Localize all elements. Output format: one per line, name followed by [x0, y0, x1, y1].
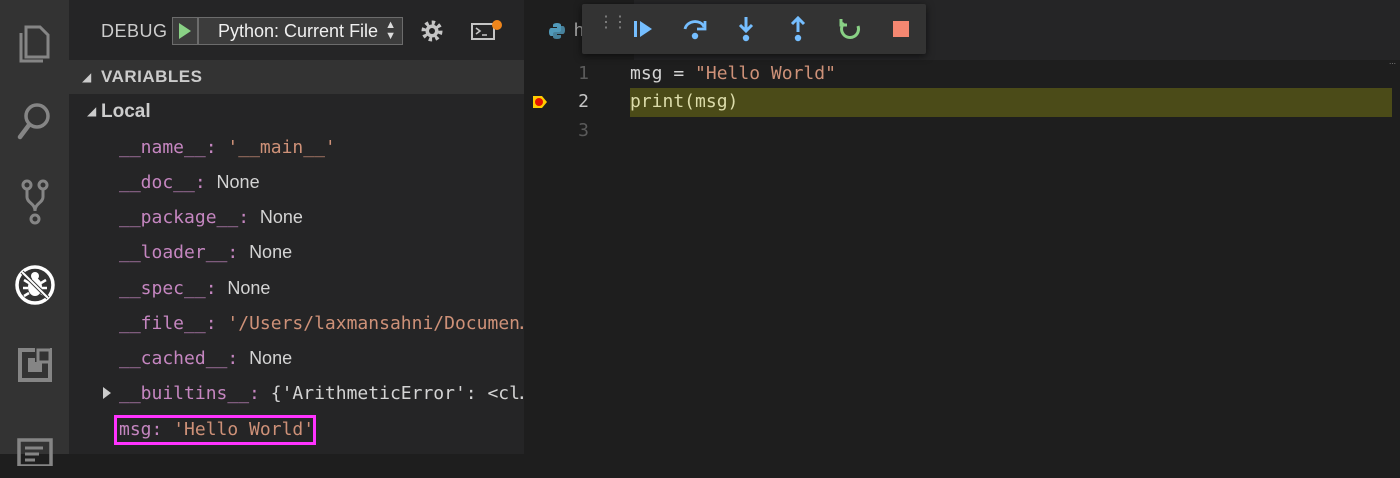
step-over-icon [683, 20, 707, 40]
variable-name: __builtins__ [119, 383, 250, 404]
code-token: = [662, 63, 696, 84]
continue-icon [634, 21, 652, 37]
collapse-triangle-icon: ◢ [87, 104, 97, 118]
code-line-2[interactable]: print(msg) [630, 91, 738, 112]
minimap-indicator: ⋯ [1389, 61, 1396, 68]
variable-name: __name__ [119, 137, 206, 158]
continue-button[interactable] [630, 16, 656, 42]
variable-value: {'ArithmeticError': <cl… [270, 383, 524, 404]
scope-local[interactable]: ◢ Local [69, 95, 524, 129]
stop-icon [893, 21, 909, 37]
stop-button[interactable] [888, 16, 914, 42]
drag-handle-icon[interactable]: ⋮⋮ [598, 15, 628, 31]
variable-name: __cached__ [119, 348, 228, 369]
collapse-triangle-icon: ◢ [82, 70, 92, 84]
play-icon [179, 23, 191, 39]
variable-row[interactable]: __file__: '/Users/laxmansahni/Documen… [69, 306, 524, 341]
variable-value: None [227, 278, 271, 298]
variable-name: __package__ [119, 207, 239, 228]
extensions-icon[interactable] [0, 335, 69, 395]
launch-config-select[interactable]: Python: Current File ▲ ▼ [198, 17, 403, 45]
debug-console-icon[interactable] [471, 20, 503, 47]
variable-separator: : [205, 137, 228, 158]
variable-separator: : [205, 278, 228, 299]
variable-row[interactable]: __name__: '__main__' [69, 130, 524, 165]
variable-name: __spec__ [119, 278, 206, 299]
scope-label: Local [101, 101, 151, 122]
code-line-1[interactable]: msg = "Hello World" [630, 63, 836, 84]
debug-header: DEBUG Python: Current File ▲ ▼ [69, 0, 524, 60]
line-number: 2 [578, 91, 589, 112]
variable-row[interactable]: __loader__: None [69, 235, 524, 270]
gear-icon[interactable] [419, 18, 445, 49]
outline-icon[interactable] [0, 418, 69, 478]
variable-value: None [259, 207, 303, 227]
python-file-icon [549, 23, 565, 39]
restart-icon [839, 19, 861, 39]
line-number: 1 [578, 63, 589, 84]
variable-value: '/Users/laxmansahni/Documen… [227, 313, 524, 334]
variable-name: __doc__ [119, 172, 195, 193]
files-icon[interactable] [0, 14, 69, 74]
debug-icon[interactable] [0, 255, 69, 315]
variable-row-expandable[interactable]: __builtins__: {'ArithmeticError': <cl… [69, 376, 524, 411]
step-into-button[interactable] [733, 16, 759, 42]
activity-bar [0, 0, 69, 466]
debug-toolbar: ⋮⋮ [582, 4, 926, 54]
line-number: 3 [578, 120, 589, 141]
tab-strip: h ⋮⋮ [524, 0, 1400, 60]
step-out-button[interactable] [785, 16, 811, 42]
search-icon[interactable] [0, 92, 69, 152]
current-line-highlight [630, 88, 1392, 117]
variable-value: None [249, 348, 293, 368]
variable-row[interactable]: __spec__: None [69, 271, 524, 306]
breakpoint-stopped-icon[interactable] [532, 95, 548, 114]
editor-area: h ⋮⋮ ⋯ 1 2 3 msg = "Hello World" print(m… [524, 0, 1400, 454]
variable-row[interactable]: __package__: None [69, 200, 524, 235]
debug-sidebar: DEBUG Python: Current File ▲ ▼ ◢ VARIABLE… [69, 0, 524, 454]
code-token: print(msg) [630, 91, 739, 112]
variable-name: __file__ [119, 313, 206, 334]
step-over-button[interactable] [682, 16, 708, 42]
variable-separator: : [249, 383, 271, 404]
variable-value: None [249, 242, 293, 262]
code-token: msg [630, 63, 663, 84]
step-into-icon [738, 17, 754, 42]
variable-separator: : [205, 313, 228, 334]
debug-title: DEBUG [101, 21, 168, 41]
variable-row[interactable]: __doc__: None [69, 165, 524, 200]
code-token: "Hello World" [695, 63, 836, 84]
variable-separator: : [238, 207, 260, 228]
variable-separator: : [227, 242, 250, 263]
variable-name: __loader__ [119, 242, 228, 263]
variables-section-title: VARIABLES [101, 67, 203, 86]
step-out-icon [790, 16, 806, 42]
variable-row[interactable]: __cached__: None [69, 341, 524, 376]
variable-value: '__main__' [227, 137, 336, 158]
variable-separator: : [194, 172, 217, 193]
variable-value: None [216, 172, 260, 192]
launch-config-value: Python: Current File [218, 21, 379, 41]
variable-separator: : [227, 348, 250, 369]
select-arrows-icon: ▲ ▼ [385, 19, 396, 42]
restart-button[interactable] [837, 16, 863, 42]
highlight-annotation [114, 415, 316, 445]
variables-section-header[interactable]: ◢ VARIABLES [69, 60, 524, 94]
expand-triangle-icon[interactable] [103, 387, 111, 399]
start-debugging-button[interactable] [172, 17, 198, 45]
source-control-icon[interactable] [0, 172, 69, 232]
